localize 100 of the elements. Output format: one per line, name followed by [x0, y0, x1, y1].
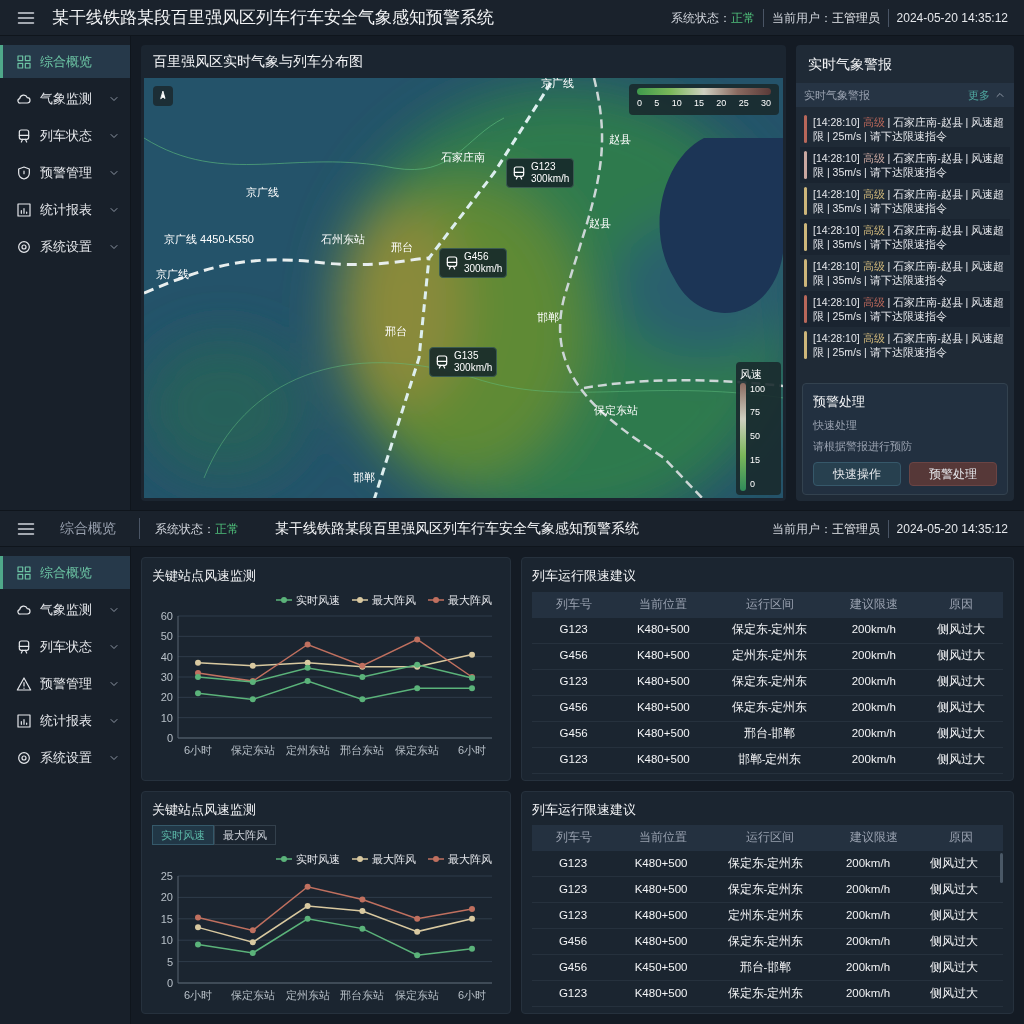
point — [195, 940, 201, 947]
train-marker[interactable]: G456 300km/h — [439, 248, 508, 278]
legend-title: 风速 — [740, 367, 763, 382]
point — [249, 938, 256, 945]
compass-button[interactable] — [153, 86, 173, 106]
table-cell-text: 保定东-定州东 — [730, 674, 809, 690]
sidebar-item[interactable]: 气象监测 — [0, 82, 130, 115]
sidebar-item[interactable]: 气象监测 — [0, 593, 130, 626]
place-label: 邯郸 — [353, 472, 375, 483]
scale-tick: 0 — [637, 97, 642, 110]
table-cell-text: G456 — [558, 648, 589, 664]
axis-tick-label: 0 — [166, 976, 173, 989]
table-cell-text: G123 — [557, 855, 589, 871]
place-label: 邢台 — [385, 326, 407, 337]
action-button[interactable]: 预警处理 — [909, 461, 997, 486]
column-header: 运行区间 — [744, 830, 795, 846]
more-link[interactable]: 更多 — [968, 86, 990, 104]
sidebar-item[interactable]: 预警管理 — [0, 667, 130, 700]
point — [469, 905, 475, 912]
panel-title: 关键站点风速监测 — [152, 800, 257, 819]
place-label: 京广线 — [246, 187, 279, 198]
sidebar-item[interactable]: 系统设置 — [0, 230, 130, 263]
scale-tick: 30 — [760, 97, 771, 110]
sidebar-item[interactable]: 列车状态 — [0, 630, 130, 663]
panel-title: 实时气象警报 — [807, 54, 893, 74]
table-cell-text: 200km/h — [844, 959, 892, 975]
grid-icon — [16, 53, 32, 70]
date-time: 2024-05-20 14:35:12 — [896, 520, 1008, 538]
axis-tick-label: 10 — [160, 711, 173, 724]
point — [304, 883, 311, 890]
train-icon — [434, 354, 450, 370]
train-speed: 300km/h — [454, 362, 493, 374]
axis-category-label: 定州东站 — [285, 744, 330, 756]
table-cell-text: 200km/h — [844, 881, 892, 897]
point — [195, 914, 201, 921]
axis-category-label: 保定东站 — [230, 744, 275, 756]
point — [414, 685, 421, 692]
compass-icon — [157, 90, 169, 102]
train-marker[interactable]: G123 300km/h — [506, 158, 575, 188]
table-cell-text: 保定东-定州东 — [726, 881, 805, 897]
table-cell-text: 侧风过大 — [936, 648, 987, 664]
column-header: 运行区间 — [744, 596, 795, 612]
train-code: G456 — [464, 251, 490, 263]
table-cell-text: 邢台-邯郸 — [742, 726, 797, 742]
sidebar-item[interactable]: 系统设置 — [0, 741, 130, 774]
point — [304, 902, 311, 909]
legend-label: 最大阵风 — [372, 592, 416, 608]
axis-tick-label: 20 — [160, 890, 173, 903]
table-cell-text: G123 — [558, 622, 589, 638]
panel-title: 百里强风区实时气象与列车分布图 — [152, 52, 364, 71]
status-label: 系统状态： — [670, 9, 731, 27]
point — [469, 685, 475, 692]
column-header: 建议限速 — [848, 830, 899, 846]
scrollbar-thumb[interactable] — [1000, 853, 1003, 883]
point — [359, 907, 366, 914]
place-label: 赵县 — [609, 134, 631, 145]
axis-tick-label: 40 — [160, 650, 173, 663]
chart-icon — [16, 712, 32, 729]
train-marker[interactable]: G135 300km/h — [429, 347, 498, 377]
legend-label: 最大阵风 — [448, 592, 492, 608]
axis-category-label: 保定东站 — [395, 988, 440, 1001]
point — [414, 951, 421, 958]
action-button[interactable]: 快速操作 — [813, 461, 901, 486]
table-cell-text: K480+500 — [633, 933, 689, 949]
alert-message: [14:28:10] 高级 | 石家庄南-赵县 | 风速超限 | 35m/s | 请下达限速指令 — [813, 259, 1006, 287]
list-title: 实时气象警报 — [804, 87, 871, 103]
axis-tick-label: 20 — [160, 691, 173, 704]
column-header: 列车号 — [554, 830, 593, 846]
sidebar-item[interactable]: 预警管理 — [0, 156, 130, 189]
table-cell-text: 保定东-定州东 — [726, 933, 805, 949]
scale-tick: 15 — [750, 453, 761, 467]
date-time: 2024-05-20 14:35:12 — [896, 9, 1008, 27]
table-cell-text: 200km/h — [850, 700, 897, 716]
train-icon — [16, 127, 32, 144]
table-cell-text: 200km/h — [844, 985, 892, 1001]
axis-category-label: 6小时 — [457, 988, 487, 1001]
point — [414, 915, 421, 922]
table-cell-text: 侧风过大 — [929, 959, 979, 975]
axis-category-label: 定州东站 — [285, 988, 330, 1001]
sidebar-item[interactable]: 统计报表 — [0, 704, 130, 737]
scale-tick: 100 — [750, 382, 766, 396]
sidebar-item[interactable]: 综合概览 — [0, 556, 130, 589]
sidebar-item[interactable]: 统计报表 — [0, 193, 130, 226]
point — [359, 674, 366, 680]
chart-tab[interactable]: 最大阵风 — [214, 825, 276, 845]
chart-tab[interactable]: 实时风速 — [152, 825, 214, 845]
legend-swatch — [276, 855, 292, 864]
table-cell-text: G456 — [557, 933, 589, 949]
column-header: 列车号 — [554, 596, 593, 612]
sidebar-item[interactable]: 综合概览 — [0, 45, 130, 78]
point — [195, 659, 201, 666]
axis-tick-label: 50 — [160, 630, 173, 643]
table-cell-text: K480+500 — [635, 700, 691, 716]
point — [249, 662, 256, 669]
table-cell-text: G123 — [558, 752, 589, 768]
column-header: 建议限速 — [848, 596, 899, 612]
legend-label: 实时风速 — [296, 852, 340, 867]
table-cell-text: 200km/h — [850, 752, 897, 768]
point — [304, 678, 311, 685]
sidebar-item[interactable]: 列车状态 — [0, 119, 130, 152]
